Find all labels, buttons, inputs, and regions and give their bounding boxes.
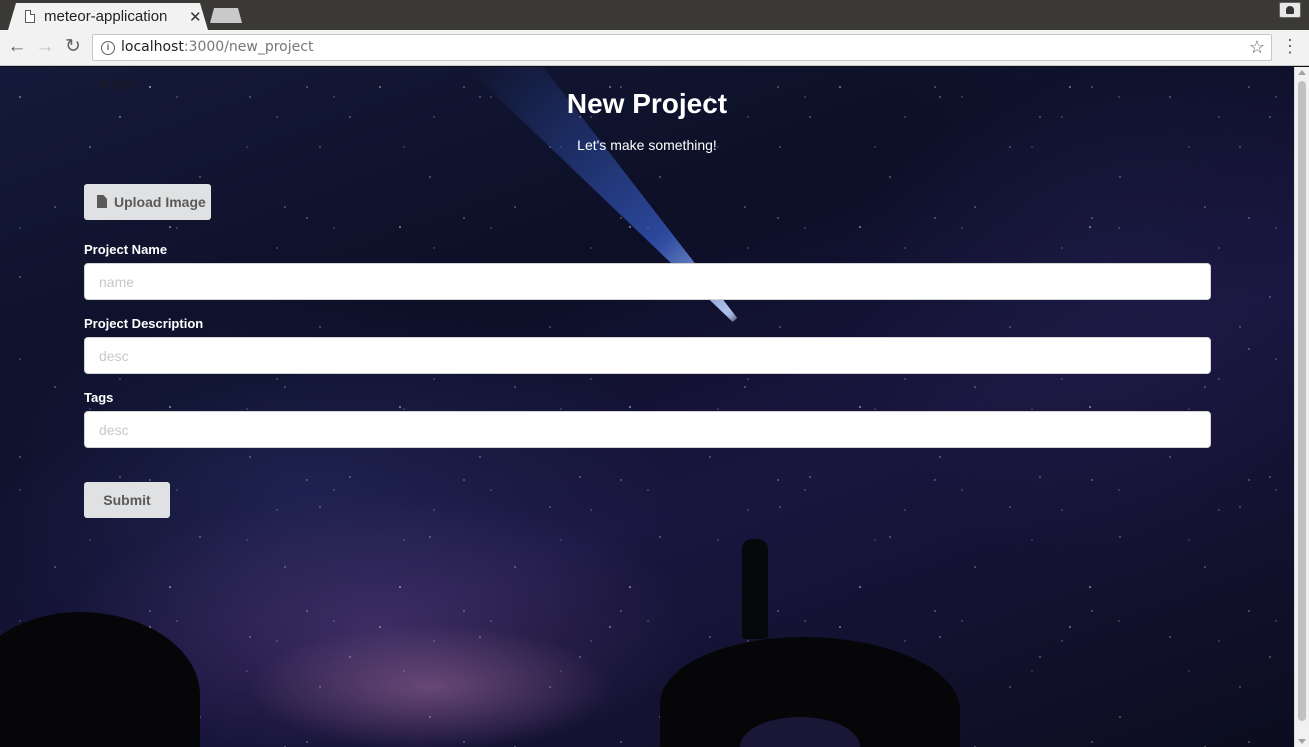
page-title: New Project bbox=[566, 88, 728, 119]
browser-toolbar: ← → ↻ i localhost:3000/new_project ☆ ⋮ bbox=[0, 30, 1309, 66]
page-subtitle: Let's make something! bbox=[577, 137, 717, 153]
more-vertical-icon[interactable]: ⋮ bbox=[1281, 37, 1299, 55]
forward-arrow-icon[interactable]: → bbox=[34, 36, 56, 58]
new-tab-button[interactable] bbox=[210, 8, 242, 23]
upload-image-label: Upload Image bbox=[114, 194, 206, 210]
back-arrow-icon[interactable]: ← bbox=[6, 36, 28, 58]
browser-tab[interactable]: meteor-application ✕ bbox=[8, 3, 208, 30]
upload-image-button[interactable]: Upload Image bbox=[84, 184, 211, 220]
tags-label: Tags bbox=[84, 390, 114, 405]
tab-title: meteor-application bbox=[44, 8, 168, 25]
star-icon[interactable]: ☆ bbox=[1249, 37, 1265, 58]
scroll-up-icon[interactable] bbox=[1298, 70, 1306, 75]
submit-label: Submit bbox=[103, 492, 151, 508]
browser-tab-bar: meteor-application ✕ bbox=[0, 0, 1309, 30]
browser-profile-icon[interactable] bbox=[1279, 2, 1301, 18]
vertical-scrollbar[interactable] bbox=[1294, 67, 1309, 747]
submit-button[interactable]: Submit bbox=[84, 482, 170, 518]
address-bar[interactable]: i localhost:3000/new_project ☆ bbox=[92, 34, 1272, 61]
url-text: localhost:3000/new_project bbox=[121, 39, 314, 55]
scroll-down-icon[interactable] bbox=[1298, 739, 1306, 744]
info-icon[interactable]: i bbox=[101, 41, 115, 55]
page-icon bbox=[25, 10, 35, 23]
reload-icon[interactable]: ↻ bbox=[62, 36, 84, 58]
project-name-label: Project Name bbox=[84, 242, 168, 257]
tab-close-icon[interactable]: ✕ bbox=[189, 8, 202, 26]
file-icon bbox=[97, 195, 107, 208]
project-description-label: Project Description bbox=[84, 316, 204, 331]
project-description-input[interactable] bbox=[84, 337, 1211, 374]
person-silhouette bbox=[742, 539, 768, 639]
tags-input[interactable] bbox=[84, 411, 1211, 448]
project-name-input[interactable] bbox=[84, 263, 1211, 300]
page-viewport: Profile New Project Let's make something… bbox=[0, 67, 1294, 747]
scrollbar-thumb[interactable] bbox=[1298, 81, 1306, 721]
